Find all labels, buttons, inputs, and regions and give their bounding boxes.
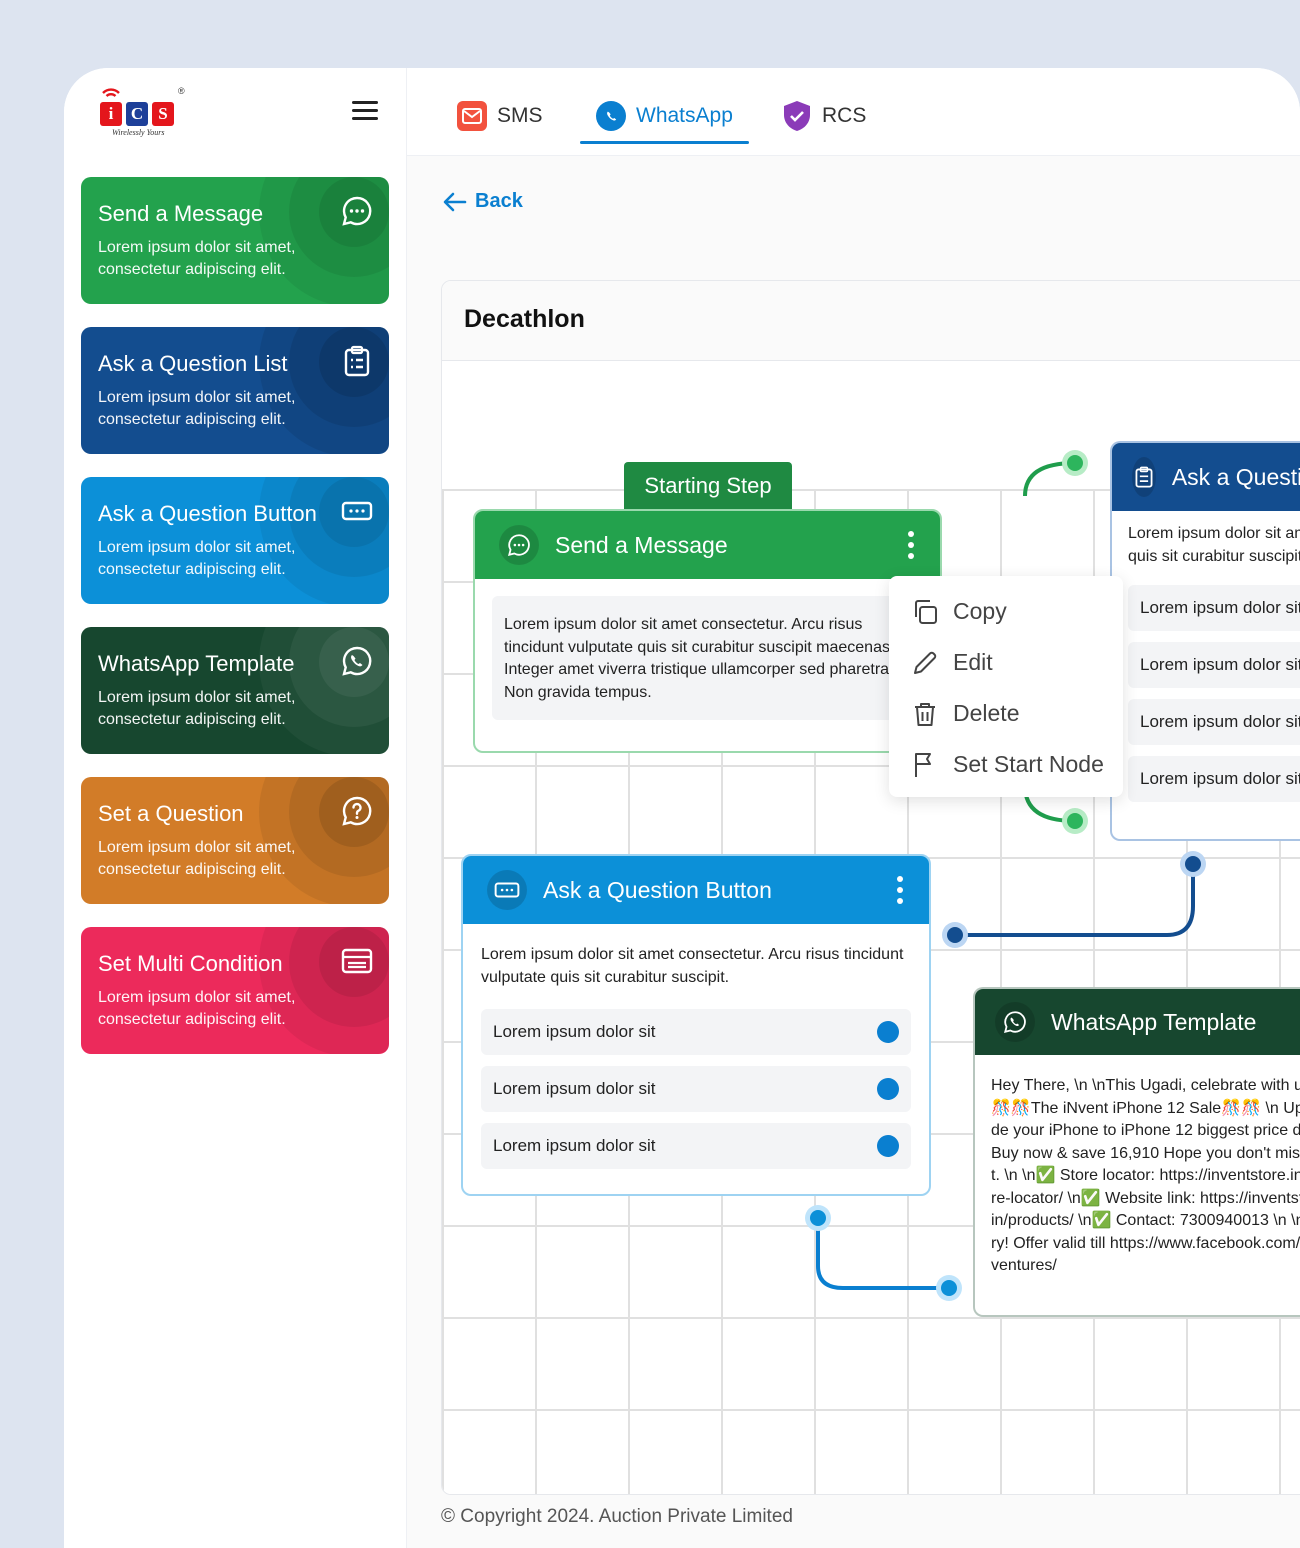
node-context-menu: Copy Edit Delete Set Start Node bbox=[889, 576, 1123, 797]
button-option[interactable]: Lorem ipsum dolor sit bbox=[481, 1066, 911, 1112]
registered-mark: ® bbox=[178, 86, 185, 96]
card-description: Lorem ipsum dolor sit amet, consectetur … bbox=[98, 839, 296, 878]
node-header: Ask a Question Button bbox=[463, 856, 929, 924]
shield-icon bbox=[782, 101, 812, 131]
tab-label: SMS bbox=[497, 104, 543, 127]
app-window: i C S ® Wirelessly Yours Send a Message … bbox=[64, 68, 1300, 1548]
node-header: Ask a Question List bbox=[1112, 443, 1300, 511]
node-send-message[interactable]: Send a Message Lorem ipsum dolor sit ame… bbox=[473, 509, 942, 753]
button-option[interactable]: Lorem ipsum dolor sit bbox=[481, 1123, 911, 1169]
tab-rcs[interactable]: RCS bbox=[782, 92, 866, 140]
list-option[interactable]: Lorem ipsum dolor sit bbox=[1128, 756, 1300, 802]
card-description: Lorem ipsum dolor sit amet, consectetur … bbox=[98, 989, 296, 1028]
card-description: Lorem ipsum dolor sit amet, consectetur … bbox=[98, 389, 296, 428]
node-ask-question-button[interactable]: Ask a Question Button Lorem ipsum dolor … bbox=[461, 854, 931, 1196]
palette-card-set-multi-condition[interactable]: Set Multi Condition Lorem ipsum dolor si… bbox=[81, 927, 389, 1054]
clipboard-list-icon bbox=[1132, 457, 1156, 497]
arrow-left-icon bbox=[443, 192, 467, 211]
channel-tab-bar: SMS WhatsApp RCS bbox=[407, 68, 1300, 156]
logo-letter: S bbox=[152, 102, 174, 126]
sidebar: i C S ® Wirelessly Yours Send a Message … bbox=[64, 68, 407, 1548]
clipboard-list-icon bbox=[344, 345, 370, 377]
palette-card-whatsapp-template[interactable]: WhatsApp Template Lorem ipsum dolor sit … bbox=[81, 627, 389, 754]
option-connector-dot bbox=[877, 1135, 899, 1157]
main-content: Back Decathlon Starting Step Send a Mess… bbox=[407, 156, 1300, 1548]
copy-icon bbox=[915, 599, 937, 624]
chat-icon bbox=[499, 525, 539, 565]
palette-card-ask-question-button[interactable]: Ask a Question Button Lorem ipsum dolor … bbox=[81, 477, 389, 604]
node-message-text: Lorem ipsum dolor sit amet consectetur. … bbox=[1128, 525, 1300, 565]
question-icon bbox=[342, 796, 372, 826]
mail-icon bbox=[457, 101, 487, 131]
kebab-menu-icon[interactable] bbox=[908, 531, 914, 559]
ics-logo: i C S ® Wirelessly Yours bbox=[96, 84, 192, 140]
button-icon bbox=[487, 870, 527, 910]
palette-card-set-question[interactable]: Set a Question Lorem ipsum dolor sit ame… bbox=[81, 777, 389, 904]
node-header: Send a Message bbox=[475, 511, 940, 579]
back-label: Back bbox=[475, 190, 523, 212]
card-title: WhatsApp Template bbox=[98, 651, 295, 676]
logo-letter: C bbox=[126, 102, 148, 126]
pencil-icon bbox=[914, 651, 937, 674]
node-title: Send a Message bbox=[555, 531, 728, 558]
copyright-footer: © Copyright 2024. Auction Private Limite… bbox=[441, 1506, 793, 1527]
card-title: Ask a Question List bbox=[98, 351, 288, 376]
tab-sms[interactable]: SMS bbox=[457, 92, 543, 140]
list-option[interactable]: Lorem ipsum dolor sit bbox=[1128, 642, 1300, 688]
node-message-text: Lorem ipsum dolor sit amet consectetur. … bbox=[481, 946, 904, 986]
menu-item-set-start-node[interactable]: Set Start Node bbox=[889, 739, 1123, 790]
node-header: WhatsApp Template bbox=[975, 989, 1300, 1055]
option-connector-dot bbox=[877, 1078, 899, 1100]
card-description: Lorem ipsum dolor sit amet, consectetur … bbox=[98, 689, 296, 728]
node-message-text: Lorem ipsum dolor sit amet consectetur. … bbox=[492, 596, 923, 720]
tab-label: RCS bbox=[822, 104, 867, 127]
flag-icon bbox=[915, 752, 931, 777]
condition-icon bbox=[341, 948, 373, 974]
whatsapp-icon bbox=[596, 101, 626, 131]
menu-item-copy[interactable]: Copy bbox=[889, 586, 1123, 637]
card-title: Set a Question bbox=[98, 801, 244, 826]
back-button[interactable]: Back bbox=[443, 190, 523, 213]
flow-title: Decathlon bbox=[442, 281, 1300, 361]
node-ask-question-list[interactable]: Ask a Question List Lorem ipsum dolor si… bbox=[1110, 441, 1300, 841]
hamburger-menu-icon[interactable] bbox=[352, 101, 378, 123]
node-title: WhatsApp Template bbox=[1051, 1008, 1257, 1035]
palette-card-ask-question-list[interactable]: Ask a Question List Lorem ipsum dolor si… bbox=[81, 327, 389, 454]
whatsapp-icon bbox=[342, 646, 372, 676]
whatsapp-icon bbox=[995, 1002, 1035, 1042]
logo-tagline: Wirelessly Yours bbox=[112, 128, 165, 137]
list-option[interactable]: Lorem ipsum dolor sit bbox=[1128, 585, 1300, 631]
menu-item-edit[interactable]: Edit bbox=[889, 637, 1123, 688]
node-title: Ask a Question Button bbox=[543, 876, 772, 903]
card-title: Send a Message bbox=[98, 201, 264, 226]
starting-step-label: Starting Step bbox=[624, 462, 792, 510]
menu-item-delete[interactable]: Delete bbox=[889, 688, 1123, 739]
logo-letter: i bbox=[100, 102, 122, 126]
card-description: Lorem ipsum dolor sit amet, consectetur … bbox=[98, 239, 296, 278]
card-title: Ask a Question Button bbox=[98, 501, 317, 526]
template-body-text: Hey There, \n \nThis Ugadi, celebrate wi… bbox=[991, 1077, 1300, 1274]
trash-icon bbox=[915, 702, 935, 726]
palette-card-send-message[interactable]: Send a Message Lorem ipsum dolor sit ame… bbox=[81, 177, 389, 304]
tab-label: WhatsApp bbox=[636, 104, 733, 127]
card-title: Set Multi Condition bbox=[98, 951, 283, 976]
list-option[interactable]: Lorem ipsum dolor sit bbox=[1128, 699, 1300, 745]
tab-whatsapp[interactable]: WhatsApp bbox=[580, 92, 749, 144]
button-option[interactable]: Lorem ipsum dolor sit bbox=[481, 1009, 911, 1055]
button-icon bbox=[341, 501, 373, 521]
node-title: Ask a Question List bbox=[1171, 463, 1300, 490]
card-description: Lorem ipsum dolor sit amet, consectetur … bbox=[98, 539, 296, 578]
node-whatsapp-template[interactable]: WhatsApp Template Hey There, \n \nThis U… bbox=[973, 987, 1300, 1317]
option-connector-dot bbox=[877, 1021, 899, 1043]
kebab-menu-icon[interactable] bbox=[897, 876, 903, 904]
chat-icon bbox=[342, 196, 372, 226]
wifi-signal-icon bbox=[102, 88, 120, 97]
